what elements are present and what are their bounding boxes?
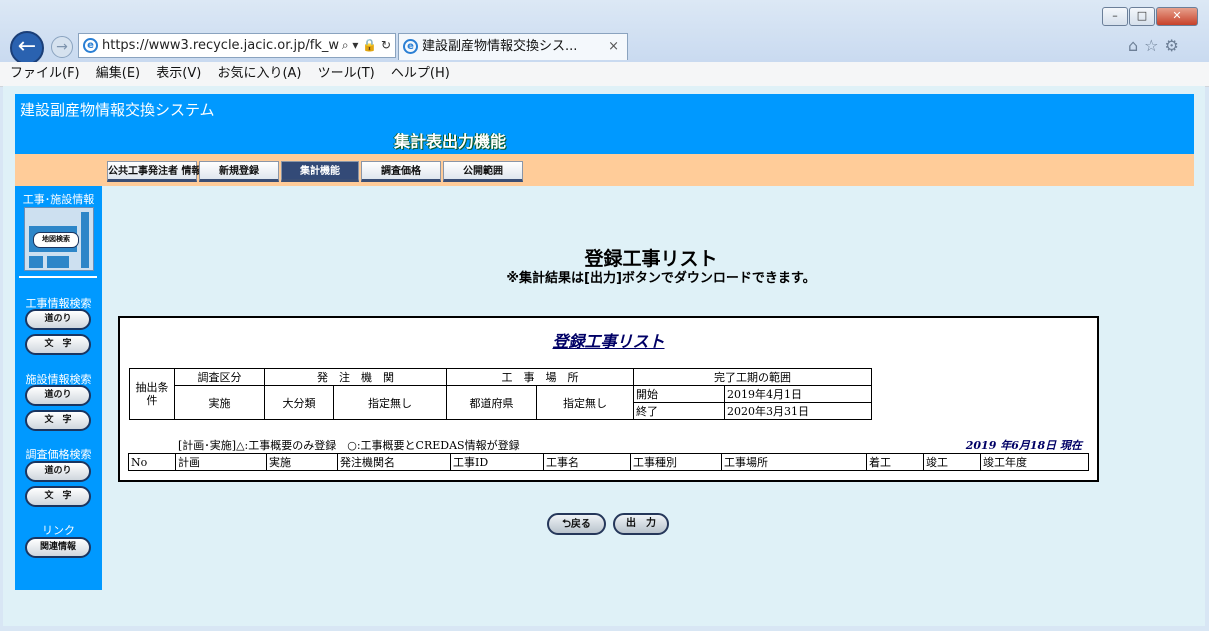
conditions-label: 抽出条件 (129, 368, 175, 420)
settings-gear-icon[interactable]: ⚙ (1165, 36, 1185, 55)
col-work-id: 工事ID (450, 453, 544, 471)
map-block-icon (47, 256, 69, 268)
col-implemented: 実施 (266, 453, 338, 471)
facility-route-button[interactable]: 道のり (25, 385, 91, 406)
output-button[interactable]: 出 力 (613, 513, 669, 535)
menu-file[interactable]: ファイル(F) (10, 66, 80, 81)
sidebar-section-works-facilities: 工事･施設情報 (22, 193, 95, 206)
header-work-site: 工 事 場 所 (446, 368, 634, 386)
result-title-link[interactable]: 登録工事リスト (118, 328, 1099, 352)
tab-aggregation[interactable]: 集計機能 (281, 161, 359, 182)
col-no: No (128, 453, 176, 471)
tab-public-works-info[interactable]: 公共工事発注者 情報 (107, 161, 201, 182)
download-note: ※集計結果は[出力]ボタンでダウンロードできます。 (506, 271, 816, 286)
minimize-button[interactable]: – (1102, 7, 1128, 26)
toolbar-icons[interactable]: ⌂☆⚙ (1128, 36, 1185, 55)
value-survey-type: 実施 (174, 385, 265, 420)
col-completion-year: 竣工年度 (980, 453, 1089, 471)
back-curved-arrow-icon: ⮌ (562, 517, 571, 530)
col-start: 着工 (866, 453, 924, 471)
search-lock-refresh-icons[interactable]: ⌕ ▾ 🔒 ↻ (341, 34, 391, 57)
sidebar-divider (19, 276, 97, 278)
value-org-category: 大分類 (264, 385, 334, 420)
menu-view[interactable]: 表示(V) (156, 66, 201, 81)
menu-edit[interactable]: 編集(E) (96, 66, 140, 81)
status-legend: [計画･実施]△:工事概要のみ登録 ○:工事概要とCREDAS情報が登録 (178, 439, 520, 452)
map-block-icon (29, 256, 43, 268)
menu-bar: ファイル(F) 編集(E) 表示(V) お気に入り(A) ツール(T) ヘルプ(… (0, 62, 1209, 87)
value-ordering-org: 指定無し (333, 385, 447, 420)
back-arrow-icon[interactable]: ← (10, 31, 44, 65)
facility-text-button[interactable]: 文 字 (25, 410, 91, 431)
works-text-button[interactable]: 文 字 (25, 334, 91, 355)
end-date: 2020年3月31日 (724, 402, 872, 420)
menu-favorites[interactable]: お気に入り(A) (217, 66, 301, 81)
ie-tab-icon: e (403, 39, 418, 54)
tab-public-scope[interactable]: 公開範囲 (443, 161, 523, 182)
map-block-icon (81, 212, 89, 268)
col-work-name: 工事名 (543, 453, 631, 471)
conditions-table: 抽出条件 調査区分 発 注 機 関 工 事 場 所 完了工期の範囲 実施 大分類… (129, 368, 872, 420)
favorites-star-icon[interactable]: ☆ (1144, 36, 1164, 55)
col-work-type: 工事種別 (630, 453, 722, 471)
col-org-name: 発注機関名 (337, 453, 451, 471)
related-info-button[interactable]: 関連情報 (25, 537, 91, 558)
works-list-table: No 計画 実施 発注機関名 工事ID 工事名 工事種別 工事場所 着工 竣工 … (128, 453, 1089, 471)
col-completion: 竣工 (923, 453, 981, 471)
address-bar[interactable]: e https://www3.recycle.jacic.or.jp/fk_w ⌕… (78, 33, 396, 58)
browser-tab[interactable]: e 建設副産物情報交換シス... × (398, 33, 628, 60)
map-search-button[interactable]: 地図検索 (33, 232, 79, 248)
map-search-thumbnail[interactable]: 地図検索 (24, 207, 94, 271)
menu-help[interactable]: ヘルプ(H) (391, 66, 450, 81)
col-work-site: 工事場所 (721, 453, 867, 471)
maximize-button[interactable]: □ (1129, 7, 1155, 26)
menu-tools[interactable]: ツール(T) (318, 66, 375, 81)
col-plan: 計画 (175, 453, 267, 471)
address-url[interactable]: https://www3.recycle.jacic.or.jp/fk_w (102, 38, 339, 53)
header-completion-period: 完了工期の範囲 (633, 368, 872, 386)
start-label: 開始 (633, 385, 725, 403)
system-title: 建設副産物情報交換システム (20, 101, 215, 119)
value-prefecture-label: 都道府県 (446, 385, 537, 420)
tab-survey-price[interactable]: 調査価格 (361, 161, 441, 182)
price-route-button[interactable]: 道のり (25, 461, 91, 482)
header-survey-type: 調査区分 (174, 368, 265, 386)
as-of-date: 2019 年6月18日 現在 (965, 439, 1082, 452)
home-icon[interactable]: ⌂ (1128, 36, 1144, 55)
start-date: 2019年4月1日 (724, 385, 872, 403)
tab-new-registration[interactable]: 新規登録 (199, 161, 279, 182)
ie-logo-icon: e (83, 38, 98, 53)
function-title: 集計表出力機能 (393, 132, 506, 151)
sidebar-section-price-search: 調査価格検索 (25, 448, 92, 461)
value-work-site: 指定無し (536, 385, 634, 420)
tab-close-icon[interactable]: × (608, 34, 619, 59)
close-window-button[interactable]: ✕ (1156, 7, 1198, 26)
back-button[interactable]: ⮌戻る (547, 513, 606, 535)
works-route-button[interactable]: 道のり (25, 309, 91, 330)
price-text-button[interactable]: 文 字 (25, 486, 91, 507)
end-label: 終了 (633, 402, 725, 420)
tab-title: 建設副産物情報交換シス... (422, 39, 578, 54)
header-ordering-org: 発 注 機 関 (264, 368, 447, 386)
sidebar-link-label: リンク (42, 524, 75, 537)
forward-arrow-icon[interactable]: → (51, 36, 73, 58)
